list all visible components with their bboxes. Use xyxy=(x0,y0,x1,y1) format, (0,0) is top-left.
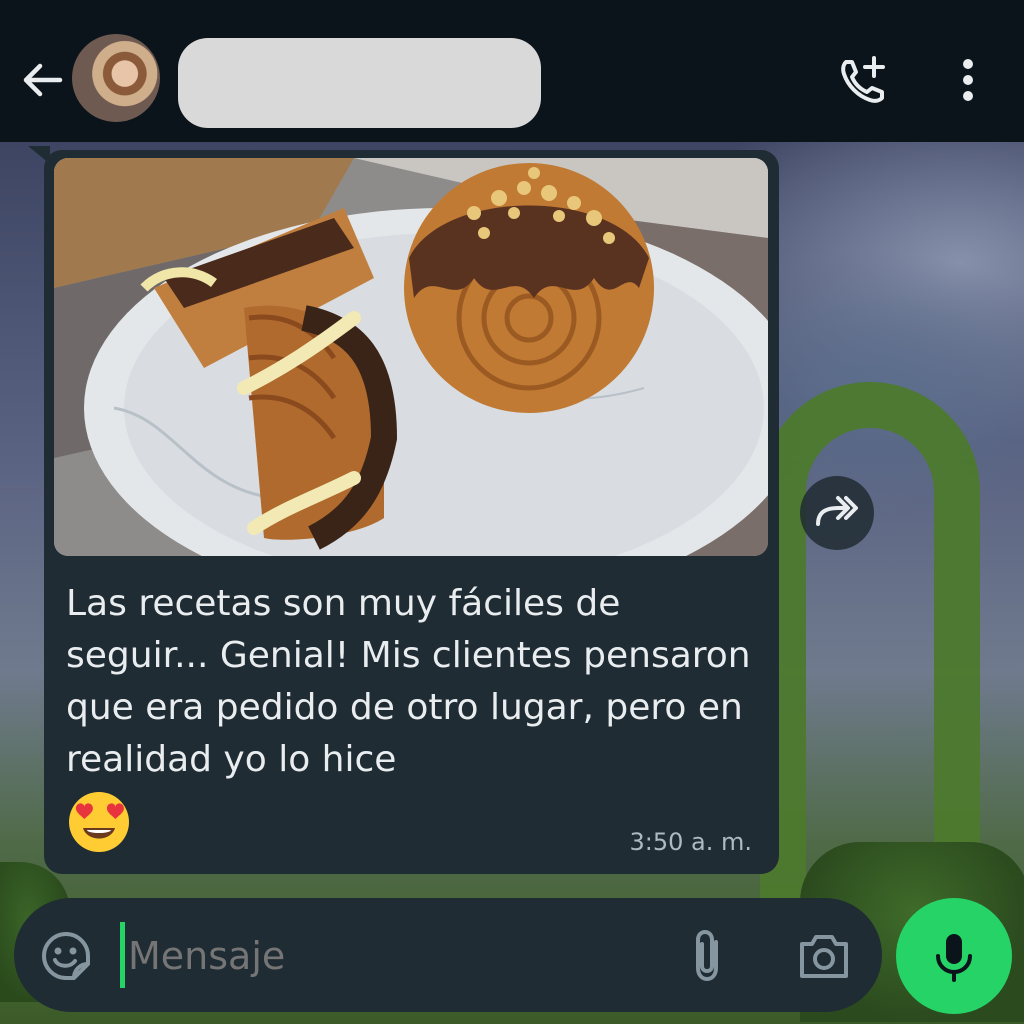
emoji-button[interactable] xyxy=(40,930,92,982)
sticker-emoji-icon xyxy=(42,932,90,980)
contact-avatar[interactable] xyxy=(72,34,160,122)
more-vert-icon xyxy=(963,59,973,101)
forward-button[interactable] xyxy=(800,476,874,550)
text-cursor xyxy=(120,922,125,988)
message-timestamp: 3:50 a. m. xyxy=(629,828,753,856)
message-text: Las recetas son muy fáciles de seguir...… xyxy=(66,583,751,780)
arrow-left-icon xyxy=(23,63,63,97)
contact-name-redacted[interactable] xyxy=(178,38,541,128)
voice-message-button[interactable] xyxy=(896,898,1012,1014)
add-call-button[interactable] xyxy=(836,54,890,108)
message-input[interactable] xyxy=(128,920,648,992)
heart-eyes-emoji-icon xyxy=(67,790,131,854)
chat-header xyxy=(0,0,1024,142)
camera-button[interactable] xyxy=(796,932,852,980)
pastry-photo xyxy=(54,158,768,556)
microphone-icon xyxy=(936,934,972,982)
attach-button[interactable] xyxy=(686,928,728,984)
phone-add-icon xyxy=(841,56,885,103)
paperclip-icon xyxy=(696,929,718,982)
message-photo[interactable] xyxy=(54,158,768,556)
back-button[interactable] xyxy=(20,58,64,102)
forward-icon xyxy=(816,496,858,526)
camera-icon xyxy=(800,935,848,978)
more-options-button[interactable] xyxy=(952,56,984,104)
